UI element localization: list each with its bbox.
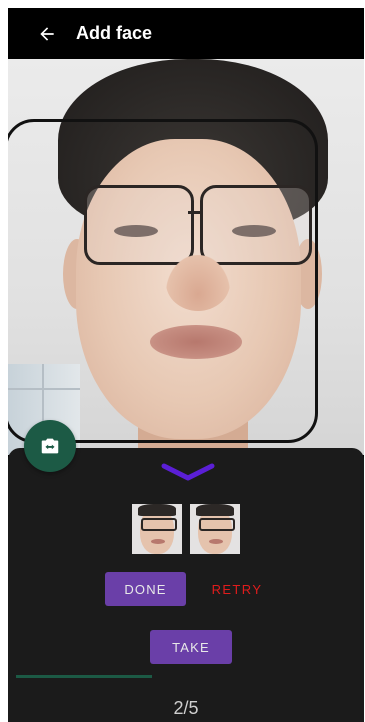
capture-bottom-sheet: DONE RETRY TAKE 2/5	[8, 448, 364, 722]
retry-button[interactable]: RETRY	[204, 572, 270, 606]
captured-face-thumbnail[interactable]	[190, 504, 240, 554]
take-button[interactable]: TAKE	[150, 630, 232, 664]
thumbnail-glasses	[199, 518, 235, 531]
thumbnail-hair	[138, 504, 176, 516]
thumbnail-lips	[209, 539, 223, 544]
capture-progress-fill	[16, 675, 152, 678]
camera-preview	[8, 59, 364, 455]
face-viewfinder-frame	[8, 119, 318, 443]
thumbnail-glasses	[141, 518, 177, 531]
thumbnail-hair	[196, 504, 234, 516]
app-bar: Add face	[8, 8, 364, 59]
thumbnail-lips	[151, 539, 165, 544]
back-button[interactable]	[34, 21, 60, 47]
switch-camera-icon	[41, 438, 59, 454]
page-title: Add face	[76, 23, 153, 43]
arrow-back-icon	[40, 26, 54, 41]
done-button[interactable]: DONE	[105, 572, 186, 606]
screen: Add face DONE RETRY TAKE 2/5	[8, 8, 364, 722]
capture-progress-bar	[16, 675, 356, 678]
capture-counter: 2/5	[173, 698, 199, 718]
chevron-down-icon[interactable]	[158, 462, 218, 484]
captured-thumbnails	[132, 504, 240, 554]
switch-camera-button[interactable]	[24, 420, 76, 472]
captured-face-thumbnail[interactable]	[132, 504, 182, 554]
